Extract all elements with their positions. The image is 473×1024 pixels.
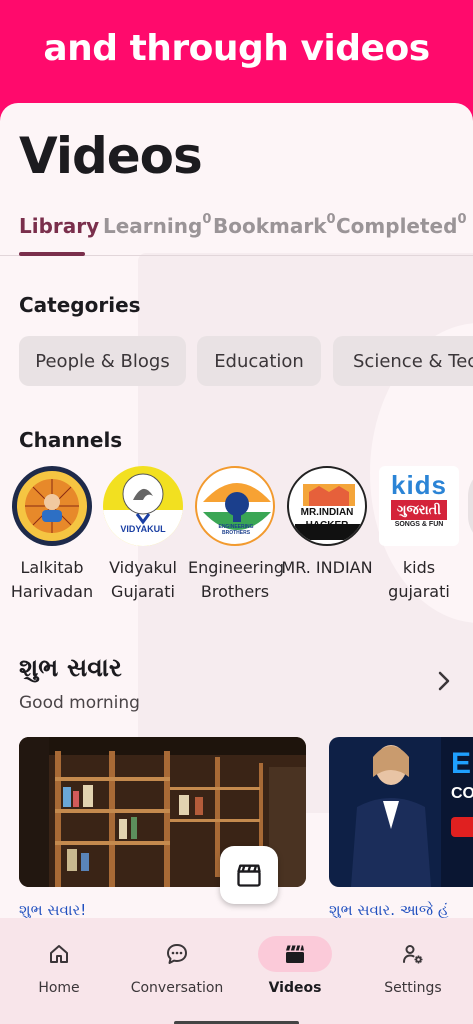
kids-logo-sub2: SONGS & FUN [394,521,444,528]
channel-name: Lalkitab Harivadan [10,558,94,601]
tab-completed[interactable]: Completed0 [336,212,467,238]
chat-icon [167,944,187,964]
section-subtitle: Good morning [19,693,140,713]
thumbnail-overlay-text: E [451,747,472,780]
nav-conversation[interactable]: Conversation [118,936,236,996]
clapperboard-icon [237,864,261,887]
channels-title: Channels [19,428,123,452]
nav-settings[interactable]: Settings [354,936,472,996]
video-thumbnail[interactable]: E CO [329,737,473,887]
video-caption[interactable]: શુભ સવાર. આજે હં [329,901,449,919]
tab-library[interactable]: Library [19,214,99,238]
engineering-logo-text: ENGINEERING BROTHERS [218,524,254,536]
chevron-right-icon[interactable] [432,669,456,693]
channel-avatar [12,466,92,546]
nav-settings-label: Settings [384,980,442,996]
bottom-navigation: Home Conversation Videos Settings [0,918,473,1024]
nav-home-label: Home [38,980,80,996]
content-sheet: Videos Library Learning0 Bookmark0 Compl… [0,103,473,1024]
page-title: Videos [19,127,203,185]
tab-learning[interactable]: Learning0 [103,212,212,238]
banner-title: and through videos [43,28,430,69]
channel-item[interactable]: ENGINEERING BROTHERS Engineering Brother… [188,466,284,604]
tab-completed-count: 0 [457,212,467,228]
user-settings-icon [403,945,423,964]
tab-bookmark[interactable]: Bookmark0 [213,212,336,238]
top-banner: and through videos [0,0,473,120]
tab-learning-label: Learning [103,214,203,238]
channel-item[interactable]: Lalkitab Harivadan [5,466,99,604]
channel-avatar: MR.INDIAN HACKER [287,466,367,546]
mrindian-logo-text: MR.INDIAN HACKER [300,507,354,531]
nav-videos-pill [258,936,332,972]
nav-settings-pill [376,936,450,972]
home-icon [50,945,68,963]
nav-home[interactable]: Home [0,936,118,996]
channel-item[interactable]: MR.INDIAN HACKER MR. INDIAN [280,466,374,580]
tab-completed-label: Completed [336,214,458,238]
video-caption[interactable]: શુભ સવાર! [19,901,86,919]
channel-avatar: ENGINEERING BROTHERS [195,466,275,546]
channel-name: Engineering Brothers [188,558,284,601]
channel-item[interactable]: kids ગુજરાતી SONGS & FUN kids gujarati [372,466,466,604]
kids-logo-text: kids [390,470,448,500]
channel-avatar: kids ગુજરાતી SONGS & FUN [379,466,459,546]
tab-bookmark-label: Bookmark [213,214,327,238]
channel-item[interactable]: VIDYAKUL Vidyakul Gujarati [96,466,190,604]
tab-bar: Library Learning0 Bookmark0 Completed0 [0,208,473,256]
nav-videos[interactable]: Videos [236,936,354,996]
category-chip-science-tech[interactable]: Science & Tech [333,336,473,386]
channel-avatar: VIDYAKUL [103,466,183,546]
categories-title: Categories [19,293,141,317]
tab-library-label: Library [19,214,100,238]
section-title: શુભ સવાર [19,653,122,682]
thumbnail-overlay-text2: CO [451,785,473,802]
channel-name: MR. INDIAN [281,558,373,577]
vidyakul-logo-text: VIDYAKUL [120,524,166,534]
channel-name: Vidyakul Gujarati [109,558,177,601]
channel-name: kids gujarati [388,558,450,601]
active-tab-indicator [19,252,85,256]
tab-learning-count: 0 [202,212,212,228]
nav-conversation-pill [140,936,214,972]
category-chip-people-blogs[interactable]: People & Blogs [19,336,186,386]
nav-home-pill [22,936,96,972]
kids-logo-sub: ગુજરાતી [391,500,447,520]
nav-conversation-label: Conversation [130,980,224,996]
nav-videos-label: Videos [268,980,322,996]
video-fab-button[interactable] [220,846,278,904]
tab-bookmark-count: 0 [326,212,336,228]
category-chip-education[interactable]: Education [197,336,321,386]
clapperboard-icon [286,945,304,963]
